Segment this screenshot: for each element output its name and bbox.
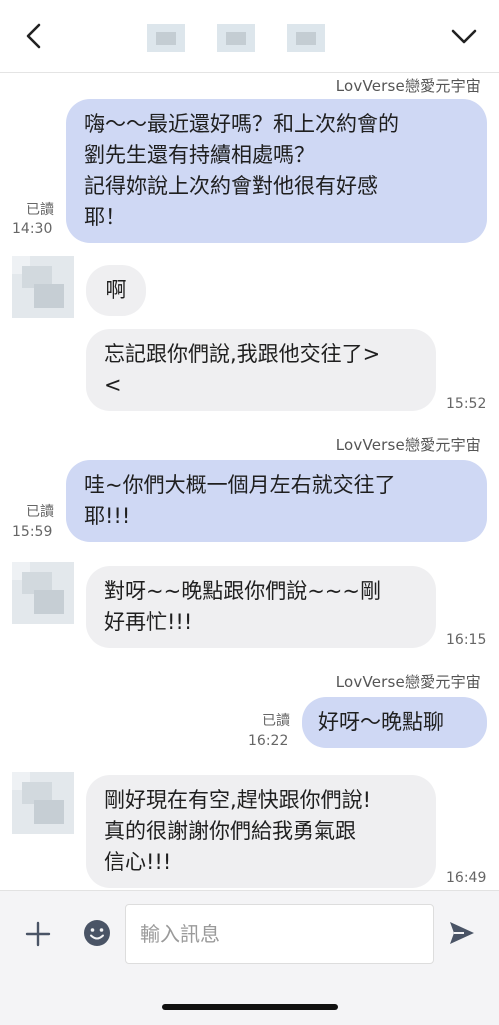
message-line: 信心!!!: [104, 850, 172, 874]
read-receipt: 已讀: [26, 504, 54, 520]
message-bubble-incoming[interactable]: 對呀~~晚點跟你們說~~~剛 好再忙!!!: [86, 566, 436, 648]
message-line: 劉先生還有持續相處嗎？: [84, 143, 315, 167]
avatar[interactable]: [12, 256, 74, 318]
message-line: 啊: [105, 278, 127, 302]
sender-name: LovVerse戀愛元宇宙: [335, 77, 481, 95]
send-icon[interactable]: [448, 920, 476, 946]
message-line: 真的很謝謝你們給我勇氣跟: [104, 819, 356, 843]
chevron-left-icon[interactable]: [22, 22, 48, 50]
timestamp: 15:52: [446, 396, 487, 412]
message-line: 耶!!!: [84, 504, 131, 528]
message-bubble-incoming[interactable]: 剛好現在有空,趕快跟你們說! 真的很謝謝你們給我勇氣跟 信心!!!: [86, 775, 436, 888]
message-line: 對呀~~晚點跟你們說~~~剛: [104, 579, 381, 603]
emoji-icon[interactable]: [82, 918, 112, 948]
sender-name: LovVerse戀愛元宇宙: [335, 673, 481, 691]
chevron-down-icon[interactable]: [450, 26, 478, 46]
message-line: 哇~你們大概一個月左右就交往了: [84, 473, 396, 497]
plus-icon[interactable]: [24, 920, 52, 948]
chat-header: [0, 0, 499, 73]
message-line: 記得妳說上次約會對他很有好感: [84, 174, 378, 198]
timestamp: 15:59: [12, 524, 53, 540]
message-line: 耶！: [84, 205, 126, 229]
avatar[interactable]: [12, 772, 74, 834]
timestamp: 14:30: [12, 221, 53, 237]
read-receipt: 已讀: [26, 202, 54, 218]
message-bubble-incoming[interactable]: 啊: [86, 265, 146, 316]
message-bubble-outgoing[interactable]: 哇~你們大概一個月左右就交往了 耶!!!: [66, 460, 487, 542]
message-line: 嗨～～最近還好嗎？和上次約會的: [84, 112, 399, 136]
message-line: 剛好現在有空,趕快跟你們說!: [104, 788, 372, 812]
chat-title-pixelated: [145, 18, 355, 58]
home-indicator[interactable]: [162, 1004, 338, 1010]
message-line: 好呀～晚點聊: [318, 710, 444, 734]
message-line: <: [104, 373, 122, 397]
chat-messages[interactable]: LovVerse戀愛元宇宙 嗨～～最近還好嗎？和上次約會的 劉先生還有持續相處嗎…: [0, 73, 499, 890]
timestamp: 16:15: [446, 632, 487, 648]
message-input[interactable]: [125, 904, 434, 964]
message-bubble-outgoing[interactable]: 好呀～晚點聊: [302, 697, 487, 748]
read-receipt: 已讀: [262, 713, 290, 729]
avatar[interactable]: [12, 562, 74, 624]
message-bubble-incoming[interactable]: 忘記跟你們說,我跟他交往了> <: [86, 329, 436, 411]
message-bubble-outgoing[interactable]: 嗨～～最近還好嗎？和上次約會的 劉先生還有持續相處嗎？ 記得妳說上次約會對他很有…: [66, 99, 487, 243]
timestamp: 16:49: [446, 870, 487, 886]
message-line: 忘記跟你們說,我跟他交往了>: [104, 342, 381, 366]
sender-name: LovVerse戀愛元宇宙: [335, 436, 481, 454]
message-line: 好再忙!!!: [104, 610, 193, 634]
timestamp: 16:22: [248, 733, 289, 749]
